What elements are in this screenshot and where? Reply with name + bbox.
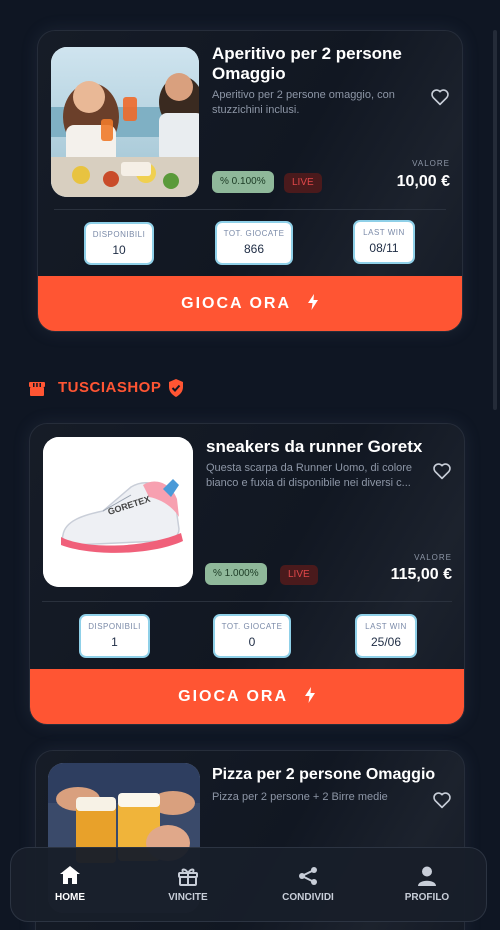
stat-available: DISPONIBILI 1 (79, 614, 150, 658)
stat-value: 1 (111, 635, 118, 649)
home-icon (60, 866, 80, 884)
product-value: 10,00 € (396, 173, 450, 190)
product-title: sneakers da runner Goretx (206, 437, 423, 456)
product-title: Aperitivo per 2 persone Omaggio (212, 44, 402, 83)
bottom-navigation: HOME VINCITE CONDIVIDI PROFILO (10, 847, 487, 922)
shop-name: TUSCIASHOP (58, 379, 162, 396)
share-icon (299, 867, 317, 885)
nav-label: CONDIVIDI (282, 892, 334, 903)
stat-value: 866 (243, 242, 265, 256)
heart-icon[interactable] (432, 791, 452, 809)
heart-icon[interactable] (430, 88, 450, 106)
win-percentage-badge: % 1.000% (205, 563, 267, 585)
product-image[interactable] (51, 47, 199, 197)
play-now-label: GIOCA ORA (178, 688, 288, 705)
live-badge: LIVE (280, 565, 318, 585)
nav-label: HOME (55, 892, 85, 903)
stat-label: DISPONIBILI (92, 230, 146, 239)
gift-icon (178, 868, 198, 886)
stat-label: DISPONIBILI (88, 622, 141, 631)
store-icon (29, 382, 45, 396)
stat-total-plays: TOT. GIOCATE 866 (215, 221, 293, 265)
product-image[interactable]: GORETEX (43, 437, 193, 587)
stat-label: TOT. GIOCATE (223, 229, 285, 238)
product-description: Questa scarpa da Runner Uomo, di colore … (206, 462, 413, 489)
stat-available: DISPONIBILI 10 (84, 222, 154, 265)
user-icon (418, 866, 436, 886)
lightning-icon (307, 294, 318, 310)
divider (42, 601, 452, 602)
value-label: VALORE (412, 159, 450, 168)
product-title: Pizza per 2 persone Omaggio (212, 766, 436, 783)
stat-value: 08/11 (369, 241, 399, 255)
product-value: 115,00 € (390, 566, 452, 583)
nav-wins[interactable]: VINCITE (129, 848, 247, 921)
nav-label: VINCITE (168, 892, 208, 903)
stat-value: 10 (112, 243, 126, 257)
product-description: Pizza per 2 persone + 2 Birre medie (212, 791, 388, 803)
product-card: GORETEX sneakers da runner Goretx Questa… (29, 423, 465, 725)
lightning-icon (304, 687, 315, 703)
scrollbar[interactable] (493, 30, 497, 410)
divider (54, 209, 446, 210)
value-label: VALORE (414, 553, 452, 562)
nav-label: PROFILO (404, 892, 450, 903)
product-card: Aperitivo per 2 persone Omaggio Aperitiv… (37, 30, 463, 332)
stat-value: 0 (248, 635, 256, 649)
stat-label: LAST WIN (363, 228, 405, 237)
play-now-button[interactable]: GIOCA ORA (38, 276, 462, 331)
stat-last-win: LAST WIN 08/11 (353, 220, 415, 264)
play-now-label: GIOCA ORA (181, 295, 291, 312)
verified-shield-icon (169, 379, 183, 397)
stat-value: 25/06 (370, 635, 402, 649)
play-now-button[interactable]: GIOCA ORA (30, 669, 464, 724)
stat-label: LAST WIN (365, 622, 407, 631)
stat-last-win: LAST WIN 25/06 (355, 614, 417, 658)
heart-icon[interactable] (432, 462, 452, 480)
app-screen: Aperitivo per 2 persone Omaggio Aperitiv… (0, 0, 500, 930)
live-badge: LIVE (284, 173, 322, 193)
nav-profile[interactable]: PROFILO (368, 848, 486, 921)
stat-label: TOT. GIOCATE (221, 622, 283, 631)
nav-home[interactable]: HOME (11, 848, 129, 921)
win-percentage-badge: % 0.100% (212, 171, 274, 193)
product-description: Aperitivo per 2 persone omaggio, con stu… (212, 89, 395, 116)
stat-total-plays: TOT. GIOCATE 0 (213, 614, 291, 658)
nav-share[interactable]: CONDIVIDI (249, 848, 367, 921)
